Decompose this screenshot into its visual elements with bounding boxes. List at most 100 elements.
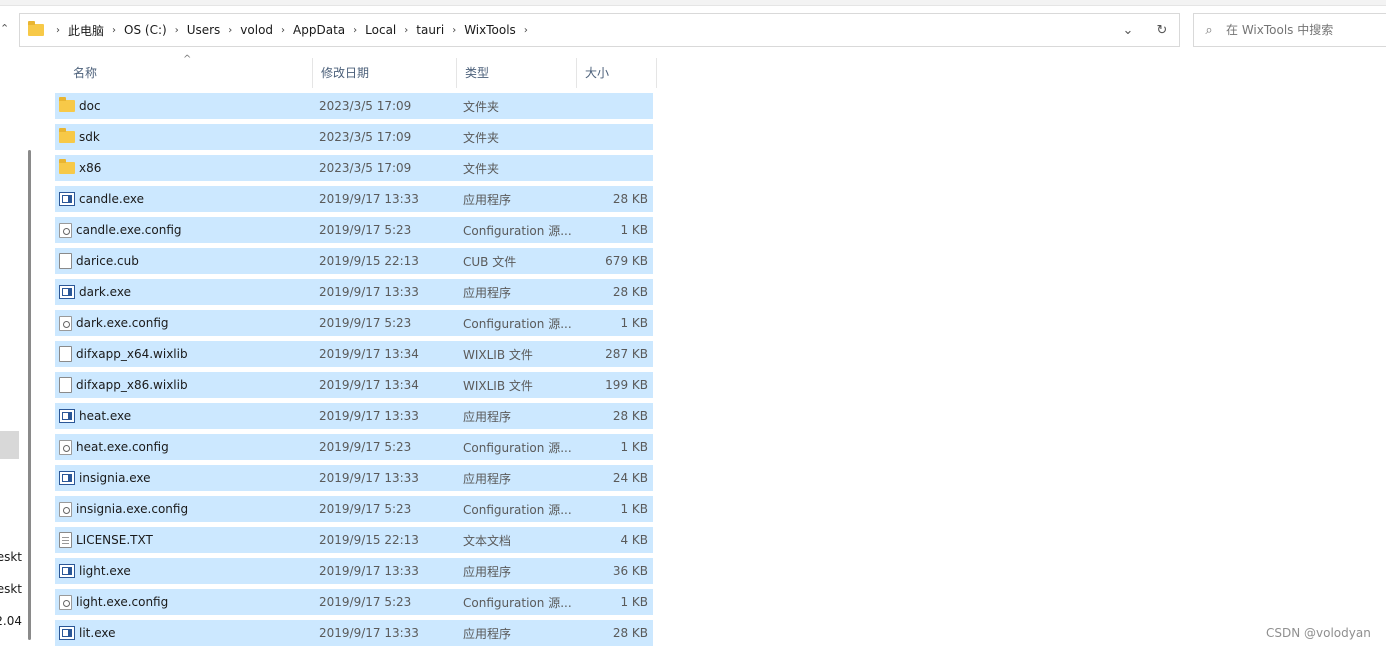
breadcrumb-item[interactable]: AppData: [293, 23, 345, 37]
file-date: 2019/9/17 5:23: [319, 595, 412, 609]
file-size: 28 KB: [612, 192, 648, 206]
file-size: 1 KB: [620, 502, 648, 516]
refresh-icon[interactable]: ↻: [1145, 23, 1179, 38]
app-icon: [59, 564, 75, 578]
file-row[interactable]: heat.exe.config 2019/9/17 5:23 Configurati…: [55, 434, 653, 460]
file-date: 2019/9/17 5:23: [319, 440, 412, 454]
chevron-right-icon[interactable]: ›: [112, 25, 116, 36]
file-date: 2019/9/15 22:13: [319, 254, 419, 268]
nav-item-label[interactable]: eskt: [0, 550, 22, 564]
chevron-right-icon[interactable]: ›: [404, 25, 408, 36]
file-name: LICENSE.TXT: [76, 533, 153, 547]
file-row[interactable]: LICENSE.TXT 2019/9/15 22:13 文本文档 4 KB: [55, 527, 653, 553]
chevron-down-icon[interactable]: ⌄: [1111, 23, 1145, 38]
file-row[interactable]: lit.exe 2019/9/17 13:33 应用程序 28 KB: [55, 620, 653, 646]
column-date[interactable]: 修改日期: [313, 58, 457, 88]
file-name-cell: heat.exe: [59, 409, 131, 423]
breadcrumb-item[interactable]: Users: [187, 23, 221, 37]
file-row[interactable]: insignia.exe 2019/9/17 13:33 应用程序 24 KB: [55, 465, 653, 491]
file-size: 1 KB: [620, 223, 648, 237]
file-size: 679 KB: [605, 254, 648, 268]
config-icon: [59, 315, 72, 331]
app-icon: [59, 285, 75, 299]
folder-icon: [59, 159, 75, 174]
column-type[interactable]: 类型: [457, 58, 577, 88]
up-arrow-icon[interactable]: ⌃: [0, 22, 9, 35]
app-icon: [59, 192, 75, 206]
file-name: x86: [79, 161, 102, 175]
file-type: 应用程序: [463, 564, 512, 579]
sort-up-icon: ^: [183, 54, 192, 65]
file-row[interactable]: difxapp_x86.wixlib 2019/9/17 13:34 WIXLIB …: [55, 372, 653, 398]
file-row[interactable]: light.exe.config 2019/9/17 5:23 Configurat…: [55, 589, 653, 615]
file-row[interactable]: doc 2023/3/5 17:09 文件夹: [55, 93, 653, 119]
file-row[interactable]: dark.exe.config 2019/9/17 5:23 Configurati…: [55, 310, 653, 336]
file-icon: [59, 253, 72, 269]
file-name-cell: LICENSE.TXT: [59, 532, 153, 548]
file-row[interactable]: x86 2023/3/5 17:09 文件夹: [55, 155, 653, 181]
file-row[interactable]: candle.exe 2019/9/17 13:33 应用程序 28 KB: [55, 186, 653, 212]
column-header: 名称 ^ 修改日期 类型 大小: [55, 54, 657, 88]
file-name: insignia.exe.config: [76, 502, 189, 516]
file-row[interactable]: light.exe 2019/9/17 13:33 应用程序 36 KB: [55, 558, 653, 584]
file-date: 2019/9/17 5:23: [319, 223, 412, 237]
nav-scrollbar[interactable]: [28, 150, 31, 640]
file-type: 应用程序: [463, 626, 512, 641]
file-type: WIXLIB 文件: [463, 347, 533, 362]
nav-selected-item[interactable]: [0, 431, 19, 459]
file-row[interactable]: candle.exe.config 2019/9/17 5:23 Configura…: [55, 217, 653, 243]
file-row[interactable]: darice.cub 2019/9/15 22:13 CUB 文件 679 KB: [55, 248, 653, 274]
file-type: 文本文档: [463, 533, 512, 548]
search-input[interactable]: [1224, 22, 1378, 38]
file-name-cell: light.exe: [59, 564, 131, 578]
breadcrumb-item[interactable]: OS (C:): [124, 23, 167, 37]
file-date: 2019/9/17 5:23: [319, 316, 412, 330]
file-type: Configuration 源...: [463, 595, 572, 610]
config-icon: [59, 594, 72, 610]
file-date: 2019/9/17 13:33: [319, 285, 419, 299]
file-type: WIXLIB 文件: [463, 378, 533, 393]
file-type: Configuration 源...: [463, 223, 572, 238]
breadcrumb-item[interactable]: Local: [365, 23, 396, 37]
file-row[interactable]: difxapp_x64.wixlib 2019/9/17 13:34 WIXLIB …: [55, 341, 653, 367]
file-name: difxapp_x64.wixlib: [76, 347, 188, 361]
breadcrumb-item[interactable]: volod: [240, 23, 273, 37]
chevron-right-icon[interactable]: ›: [281, 25, 285, 36]
breadcrumb-item[interactable]: tauri: [416, 23, 444, 37]
file-date: 2019/9/17 13:33: [319, 192, 419, 206]
breadcrumb-item[interactable]: WixTools: [464, 23, 516, 37]
search-box[interactable]: ⌕: [1193, 13, 1386, 47]
breadcrumb-item[interactable]: 此电脑: [68, 22, 104, 39]
file-type: 应用程序: [463, 192, 512, 207]
file-name-cell: heat.exe.config: [59, 439, 169, 455]
file-date: 2019/9/17 13:33: [319, 471, 419, 485]
chevron-right-icon[interactable]: ›: [524, 25, 528, 36]
file-row[interactable]: insignia.exe.config 2019/9/17 5:23 Configu…: [55, 496, 653, 522]
file-size: 28 KB: [612, 285, 648, 299]
chevron-right-icon[interactable]: ›: [452, 25, 456, 36]
folder-icon: [59, 97, 75, 112]
config-icon: [59, 222, 72, 238]
file-name: lit.exe: [79, 626, 116, 640]
file-size: 287 KB: [605, 347, 648, 361]
file-type: 应用程序: [463, 409, 512, 424]
file-size: 24 KB: [612, 471, 648, 485]
nav-item-label[interactable]: eskt: [0, 582, 22, 596]
file-row[interactable]: dark.exe 2019/9/17 13:33 应用程序 28 KB: [55, 279, 653, 305]
file-row[interactable]: heat.exe 2019/9/17 13:33 应用程序 28 KB: [55, 403, 653, 429]
chevron-right-icon[interactable]: ›: [353, 25, 357, 36]
file-name-cell: dark.exe: [59, 285, 131, 299]
chevron-right-icon[interactable]: ›: [228, 25, 232, 36]
file-date: 2019/9/17 13:33: [319, 409, 419, 423]
file-name: light.exe: [79, 564, 131, 578]
file-name-cell: candle.exe.config: [59, 222, 182, 238]
file-type: 应用程序: [463, 471, 512, 486]
column-size[interactable]: 大小: [577, 58, 657, 88]
file-name-cell: insignia.exe.config: [59, 501, 189, 517]
file-row[interactable]: sdk 2023/3/5 17:09 文件夹: [55, 124, 653, 150]
chevron-right-icon[interactable]: ›: [175, 25, 179, 36]
nav-item-label[interactable]: 2.04: [0, 614, 22, 628]
chevron-right-icon[interactable]: ›: [56, 25, 60, 36]
file-name-cell: sdk: [59, 128, 100, 144]
address-bar[interactable]: › 此电脑 › OS (C:) › Users › volod › AppData › Local › t…: [19, 13, 1180, 47]
